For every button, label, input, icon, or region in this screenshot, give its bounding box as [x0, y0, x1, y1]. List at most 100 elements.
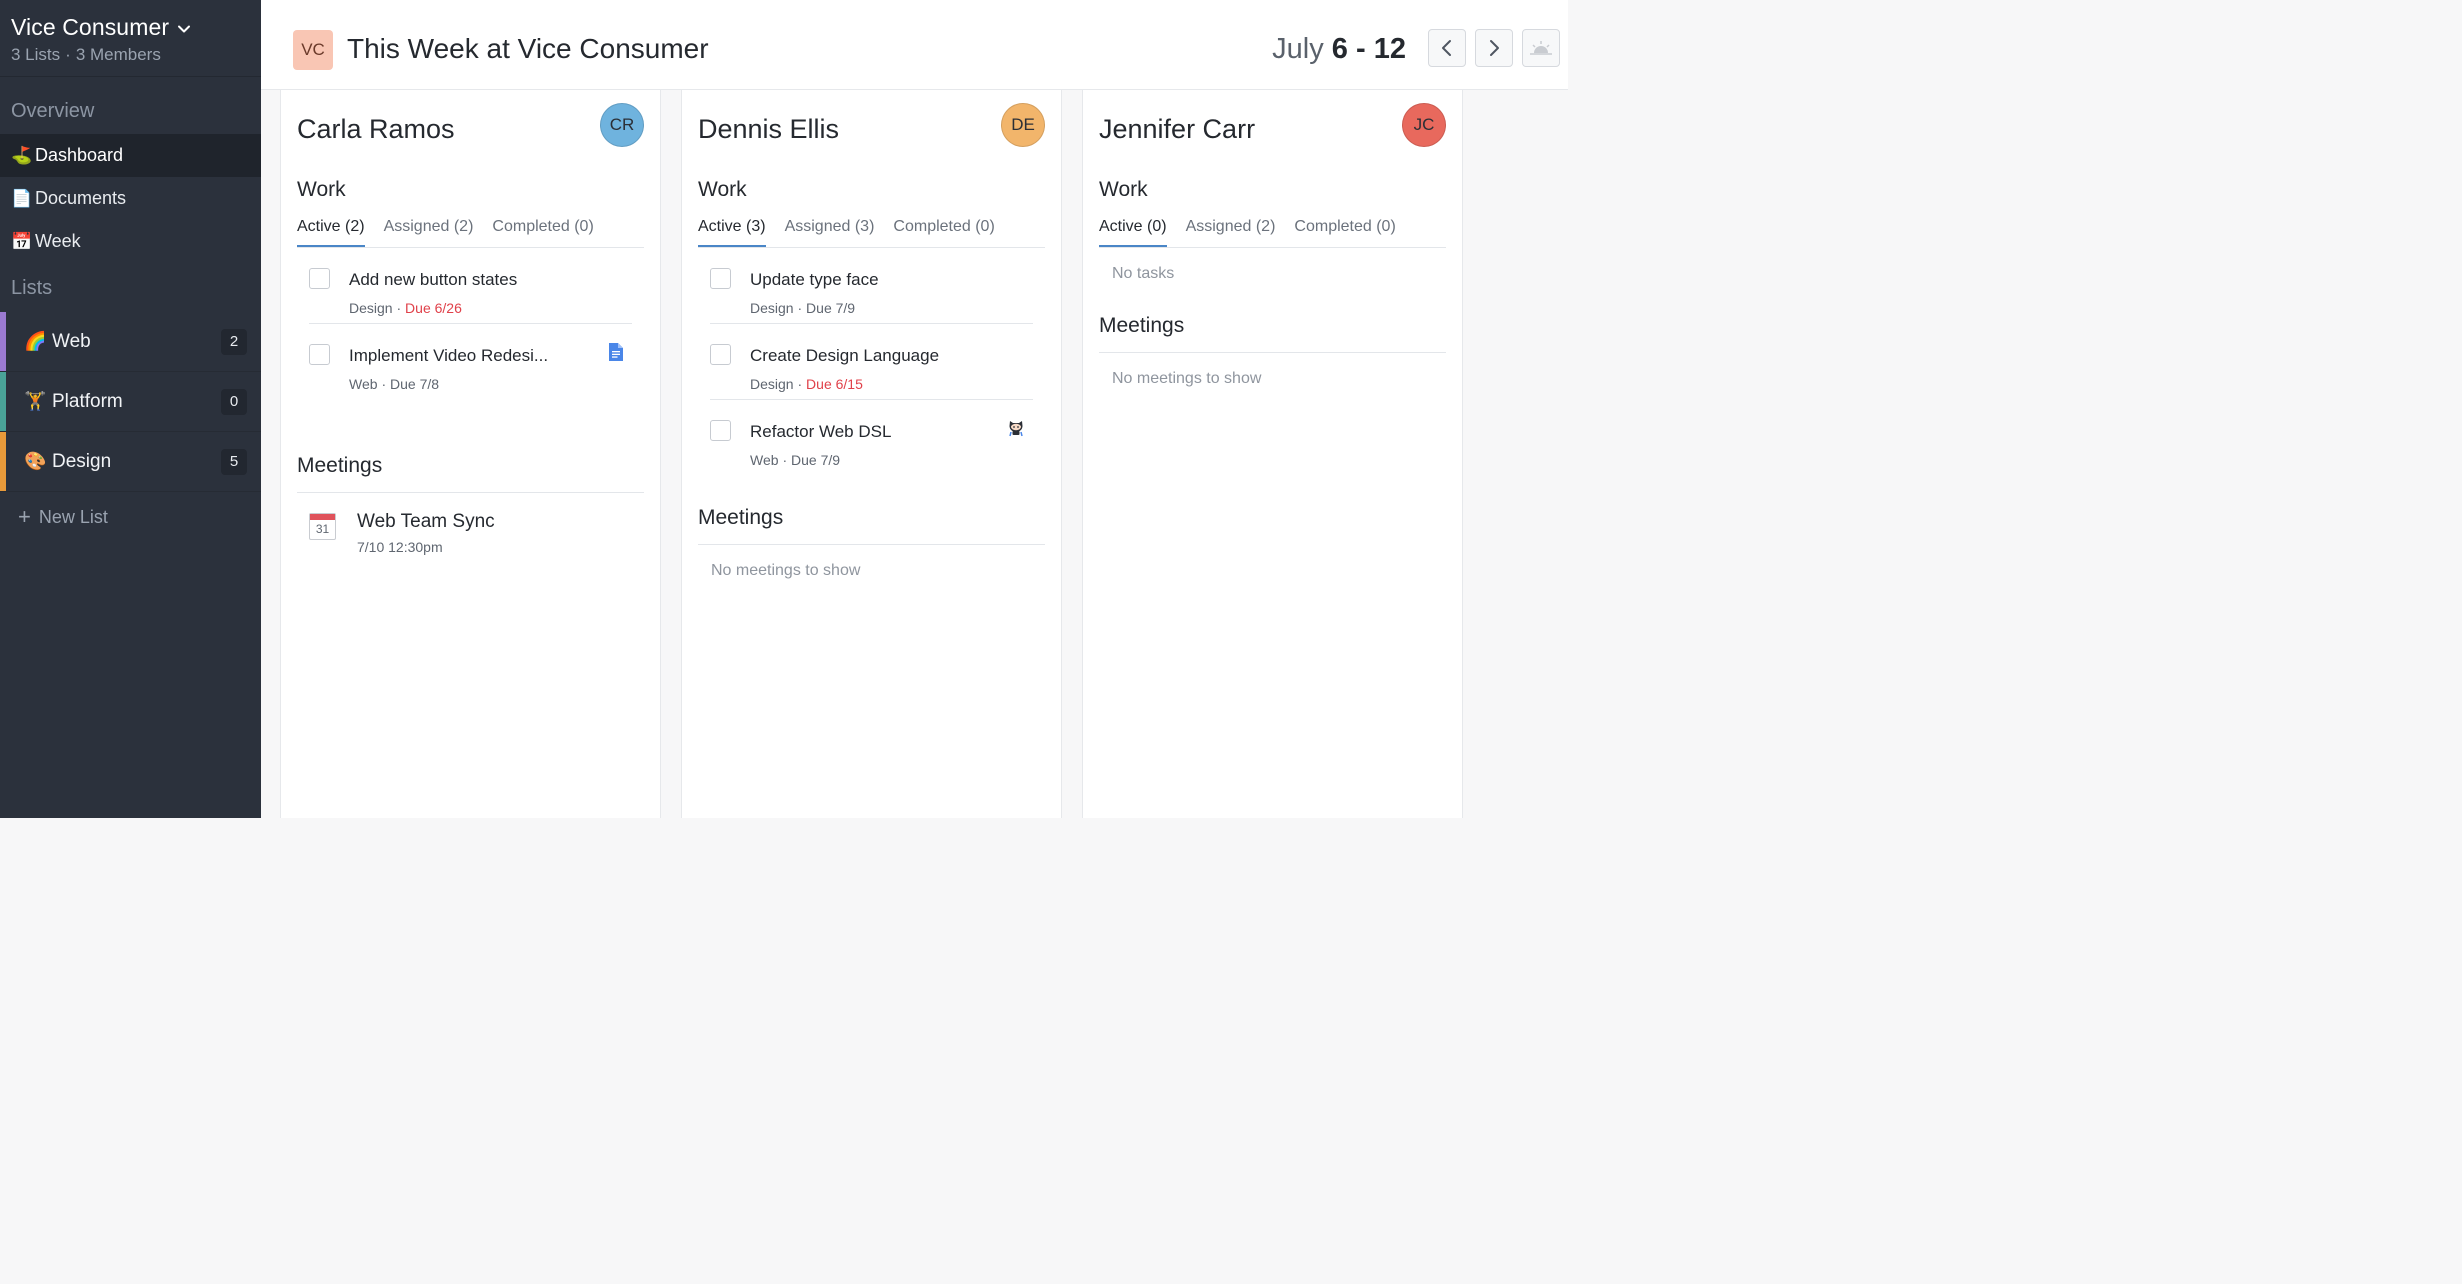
github-octocat-icon[interactable] [1007, 418, 1025, 438]
meeting-time: 7/10 12:30pm [357, 539, 443, 555]
new-list-label: New List [38, 506, 108, 527]
app-window: Vice Consumer 3 Lists · 3 Members Overview… [0, 0, 1568, 818]
calendar-icon: 📅 [11, 231, 33, 251]
task-attachment[interactable] [1007, 418, 1025, 443]
task-meta: Web · Due 7/8 [349, 376, 439, 392]
list-count-badge: 2 [221, 328, 247, 355]
task-item[interactable]: Implement Video Redesi... Web · Due 7/8 [309, 324, 632, 400]
task-title[interactable]: Add new button states [349, 270, 517, 290]
task-meta: Design · Due 7/9 [750, 300, 855, 316]
member-column: Jennifer Carr JC Work Active (0) Assigned (2… [1082, 90, 1463, 818]
no-meetings-message: No meetings to show [711, 562, 861, 579]
task-item[interactable]: Refactor Web DSL Web · Due 7/9 [710, 400, 1033, 476]
meeting-title[interactable]: Web Team Sync [357, 511, 495, 533]
list-item-platform[interactable]: 🏋 Platform 0 [0, 372, 261, 432]
task-meta-separator: · [797, 376, 803, 392]
work-tabs: Active (0) Assigned (2) Completed (0) [1099, 218, 1446, 248]
avatar[interactable]: JC [1402, 103, 1446, 147]
member-column: Carla Ramos CR Work Active (2) Assigned (2) C… [280, 90, 661, 818]
sidebar-item-label: Dashboard [35, 145, 124, 165]
task-meta-separator: · [381, 376, 387, 392]
page-title: This Week at Vice Consumer [347, 33, 709, 64]
member-name[interactable]: Jennifer Carr [1099, 114, 1255, 145]
task-list-name: Design [349, 300, 393, 316]
task-list-name: Design [750, 300, 794, 316]
next-week-button[interactable] [1475, 29, 1513, 67]
sidebar-item-documents[interactable]: 📄 Documents [0, 177, 261, 220]
date-start: 6 [1331, 33, 1348, 65]
new-list-button[interactable]: + New List [0, 492, 261, 542]
task-title[interactable]: Create Design Language [750, 346, 939, 366]
task-checkbox[interactable] [710, 344, 731, 365]
task-checkbox[interactable] [309, 268, 330, 289]
weather-button[interactable] [1522, 29, 1560, 67]
overview-section-label: Overview [11, 100, 95, 122]
task-checkbox[interactable] [710, 268, 731, 289]
task-checkbox[interactable] [309, 344, 330, 365]
tab-assigned[interactable]: Assigned (2) [1186, 218, 1276, 247]
task-list-name: Web [750, 452, 779, 468]
tab-completed[interactable]: Completed (0) [492, 218, 593, 247]
tab-assigned[interactable]: Assigned (2) [384, 218, 474, 247]
member-header: Jennifer Carr JC [1083, 90, 1462, 178]
list-item-web[interactable]: 🌈 Web 2 [0, 312, 261, 372]
chevron-right-icon [1490, 40, 1499, 56]
task-list: Add new button states Design · Due 6/26 Im… [281, 248, 660, 400]
avatar[interactable]: DE [1001, 103, 1045, 147]
member-name[interactable]: Dennis Ellis [698, 114, 839, 145]
workspace-switcher[interactable]: Vice Consumer [11, 14, 250, 41]
list-color-bar [0, 432, 6, 491]
tab-completed[interactable]: Completed (0) [893, 218, 994, 247]
task-meta-separator: · [797, 300, 803, 316]
task-item[interactable]: Create Design Language Design · Due 6/15 [710, 324, 1033, 400]
date-end: 12 [1373, 33, 1406, 65]
task-item[interactable]: Update type face Design · Due 7/9 [710, 248, 1033, 324]
weightlifter-icon: 🏋 [24, 391, 47, 411]
work-section-title: Work [297, 178, 346, 201]
task-due-date-overdue: Due 6/15 [806, 376, 863, 392]
task-title[interactable]: Update type face [750, 270, 879, 290]
list-color-bar [0, 312, 6, 371]
calendar-day-number: 31 [315, 522, 330, 536]
task-list-name: Web [349, 376, 378, 392]
work-tabs: Active (2) Assigned (2) Completed (0) [297, 218, 644, 248]
members-count: 3 Members [75, 45, 161, 64]
tab-completed[interactable]: Completed (0) [1294, 218, 1395, 247]
meetings-section-title: Meetings [1099, 314, 1185, 337]
list-item-design[interactable]: 🎨 Design 5 [0, 432, 261, 492]
meeting-item[interactable]: 31 Web Team Sync 7/10 12:30pm [281, 493, 660, 563]
task-attachment[interactable] [608, 342, 624, 367]
task-due-date: Due 7/8 [390, 376, 440, 392]
palette-icon: 🎨 [24, 451, 47, 471]
task-checkbox[interactable] [710, 420, 731, 441]
member-column: Dennis Ellis DE Work Active (3) Assigned (3)… [681, 90, 1062, 818]
task-title[interactable]: Implement Video Redesi... [349, 346, 548, 366]
meta-separator: · [65, 45, 71, 64]
task-list-name: Design [750, 376, 794, 392]
task-meta-separator: · [782, 452, 788, 468]
tab-active[interactable]: Active (2) [297, 218, 365, 247]
previous-week-button[interactable] [1428, 29, 1466, 67]
overview-nav: ⛳ Dashboard 📄 Documents 📅 Week [0, 134, 261, 263]
task-title[interactable]: Refactor Web DSL [750, 422, 891, 442]
avatar[interactable]: CR [600, 103, 644, 147]
sidebar-item-label: Documents [35, 188, 127, 208]
org-badge: VC [293, 30, 333, 70]
chevron-left-icon [1442, 40, 1451, 56]
task-item[interactable]: Add new button states Design · Due 6/26 [309, 248, 632, 324]
date-sep: - [1356, 33, 1366, 65]
sidebar-item-week[interactable]: 📅 Week [0, 220, 261, 263]
member-name[interactable]: Carla Ramos [297, 114, 455, 145]
tab-active[interactable]: Active (0) [1099, 218, 1167, 247]
top-bar: VC This Week at Vice Consumer July 6 - 1… [261, 0, 1568, 90]
list-count-badge: 5 [221, 448, 247, 475]
sidebar-item-dashboard[interactable]: ⛳ Dashboard [0, 134, 261, 177]
members-board: Carla Ramos CR Work Active (2) Assigned (2) C… [261, 90, 1568, 818]
google-doc-icon[interactable] [608, 342, 624, 362]
lists-nav: 🌈 Web 2 🏋 Platform 0 🎨 Design 5 [0, 312, 261, 492]
tab-active[interactable]: Active (3) [698, 218, 766, 247]
task-meta: Design · Due 6/26 [349, 300, 462, 316]
tab-assigned[interactable]: Assigned (3) [785, 218, 875, 247]
calendar-icon: 31 [309, 513, 336, 540]
date-month: July [1272, 33, 1324, 65]
